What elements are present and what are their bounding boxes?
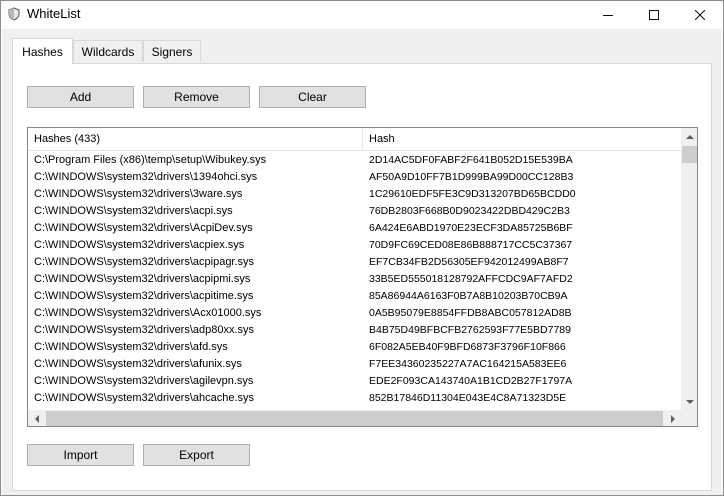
window-title: WhiteList xyxy=(27,6,81,21)
path-cell: C:\WINDOWS\system32\drivers\1394ohci.sys xyxy=(34,171,258,183)
path-cell: C:\Program Files (x86)\temp\setup\Wibuke… xyxy=(34,154,267,166)
table-row[interactable]: C:\WINDOWS\system32\drivers\acpipmi.sys 3… xyxy=(28,271,681,288)
scroll-right-button[interactable] xyxy=(664,410,681,426)
maximize-icon xyxy=(649,10,659,20)
table-row[interactable]: C:\Program Files (x86)\temp\setup\Wibuke… xyxy=(28,152,681,169)
export-button[interactable]: Export xyxy=(143,444,250,466)
path-cell: C:\WINDOWS\system32\drivers\Acx01000.sys xyxy=(34,307,262,319)
hashes-panel: Add Remove Clear Hashes (433) Hash C:\Pr… xyxy=(12,63,712,491)
table-row[interactable]: C:\WINDOWS\system32\drivers\1394ohci.sys… xyxy=(28,169,681,186)
scroll-left-button[interactable] xyxy=(28,410,45,426)
tab-hashes[interactable]: Hashes xyxy=(12,38,73,64)
path-cell: C:\WINDOWS\system32\drivers\acpipmi.sys xyxy=(34,273,251,285)
maximize-button[interactable] xyxy=(631,1,677,29)
table-row[interactable]: C:\WINDOWS\system32\drivers\adp80xx.sys B… xyxy=(28,322,681,339)
vertical-scrollbar[interactable] xyxy=(681,128,697,410)
tab-wildcards[interactable]: Wildcards xyxy=(73,40,143,62)
hash-cell: B4B75D49BFBCFB2762593F77E5BD7789 xyxy=(369,324,571,336)
path-cell: C:\WINDOWS\system32\drivers\acpiex.sys xyxy=(34,239,245,251)
table-row[interactable]: C:\WINDOWS\system32\drivers\afd.sys 6F082… xyxy=(28,339,681,356)
list-header: Hashes (433) Hash xyxy=(28,128,681,151)
arrow-left-icon xyxy=(34,414,39,423)
path-cell: C:\WINDOWS\system32\drivers\acpitime.sys xyxy=(34,290,254,302)
hash-cell: 85A86944A6163F0B7A8B10203B70CB9A xyxy=(369,290,568,302)
table-row[interactable]: C:\WINDOWS\system32\drivers\agilevpn.sys… xyxy=(28,373,681,390)
table-row[interactable]: C:\WINDOWS\system32\drivers\acpi.sys 76DB… xyxy=(28,203,681,220)
hash-cell: F7EE34360235227A7AC164215A583EE6 xyxy=(369,358,567,370)
hash-cell: EDE2F093CA143740A1B1CD2B27F1797A xyxy=(369,375,573,387)
list-body: C:\Program Files (x86)\temp\setup\Wibuke… xyxy=(28,152,681,408)
hash-cell: 0A5B95079E8854FFDB8ABC057812AD8B xyxy=(369,307,572,319)
table-row[interactable]: C:\WINDOWS\system32\drivers\Acx01000.sys… xyxy=(28,305,681,322)
path-cell: C:\WINDOWS\system32\drivers\ahcache.sys xyxy=(34,392,255,404)
table-row[interactable]: C:\WINDOWS\system32\drivers\3ware.sys 1C2… xyxy=(28,186,681,203)
table-row[interactable]: C:\WINDOWS\system32\drivers\afunix.sys F7… xyxy=(28,356,681,373)
import-button[interactable]: Import xyxy=(27,444,134,466)
path-cell: C:\WINDOWS\system32\drivers\acpipagr.sys xyxy=(34,256,255,268)
minimize-icon xyxy=(603,15,613,16)
shield-icon xyxy=(7,7,21,21)
arrow-down-icon xyxy=(685,399,694,404)
client-area: Hashes Wildcards Signers Add Remove Clea… xyxy=(2,29,722,495)
arrow-right-icon xyxy=(670,414,675,423)
path-cell: C:\WINDOWS\system32\drivers\adp80xx.sys xyxy=(34,324,255,336)
path-cell: C:\WINDOWS\system32\drivers\afd.sys xyxy=(34,341,228,353)
table-row[interactable]: C:\WINDOWS\system32\drivers\acpipagr.sys… xyxy=(28,254,681,271)
hash-cell: EF7CB34FB2D56305EF942012499AB8F7 xyxy=(369,256,569,268)
path-cell: C:\WINDOWS\system32\drivers\3ware.sys xyxy=(34,188,243,200)
hash-cell: 6F082A5EB40F9BFD6873F3796F10F866 xyxy=(369,341,566,353)
horizontal-scrollbar[interactable] xyxy=(28,410,681,426)
hash-cell: 1C29610EDF5FE3C9D313207BD65BCDD0 xyxy=(369,188,576,200)
arrow-up-icon xyxy=(685,134,694,139)
path-cell: C:\WINDOWS\system32\drivers\acpi.sys xyxy=(34,205,233,217)
column-header-hash[interactable]: Hash xyxy=(363,128,681,151)
table-row[interactable]: C:\WINDOWS\system32\drivers\ahcache.sys 8… xyxy=(28,390,681,407)
scrollbar-corner xyxy=(681,410,697,426)
table-row[interactable]: C:\WINDOWS\system32\drivers\acpitime.sys… xyxy=(28,288,681,305)
hash-cell: 852B17846D11304E043E4C8A71323D5E xyxy=(369,392,567,404)
table-row[interactable]: C:\WINDOWS\system32\drivers\acpiex.sys 70… xyxy=(28,237,681,254)
vertical-scroll-thumb[interactable] xyxy=(682,146,697,163)
minimize-button[interactable] xyxy=(585,1,631,29)
tab-signers[interactable]: Signers xyxy=(143,40,201,62)
clear-button[interactable]: Clear xyxy=(259,86,366,108)
table-row[interactable]: C:\WINDOWS\system32\drivers\AcpiDev.sys 6… xyxy=(28,220,681,237)
hash-cell: 2D14AC5DF0FABF2F641B052D15E539BA xyxy=(369,154,573,166)
column-header-hashes[interactable]: Hashes (433) xyxy=(28,128,363,151)
scroll-down-button[interactable] xyxy=(681,393,697,410)
path-cell: C:\WINDOWS\system32\drivers\afunix.sys xyxy=(34,358,242,370)
horizontal-scroll-thumb[interactable] xyxy=(46,411,663,426)
hashes-list[interactable]: Hashes (433) Hash C:\Program Files (x86)… xyxy=(27,127,698,427)
path-cell: C:\WINDOWS\system32\drivers\AcpiDev.sys xyxy=(34,222,253,234)
hash-cell: 33B5ED555018128792AFFCDC9AF7AFD2 xyxy=(369,273,573,285)
add-button[interactable]: Add xyxy=(27,86,134,108)
path-cell: C:\WINDOWS\system32\drivers\agilevpn.sys xyxy=(34,375,254,387)
whitelist-window: WhiteList Hashes Wildcards Signers Add R… xyxy=(0,0,724,496)
hash-cell: 6A424E6ABD1970E23ECF3DA85725B6BF xyxy=(369,222,573,234)
close-icon xyxy=(695,10,705,20)
close-button[interactable] xyxy=(677,1,723,29)
title-bar[interactable]: WhiteList xyxy=(1,1,723,29)
remove-button[interactable]: Remove xyxy=(143,86,250,108)
hash-cell: 70D9FC69CED08E86B888717CC5C37367 xyxy=(369,239,573,251)
hash-cell: 76DB2803F668B0D9023422DBD429C2B3 xyxy=(369,205,570,217)
hash-cell: AF50A9D10FF7B1D999BA99D00CC128B3 xyxy=(369,171,574,183)
scroll-up-button[interactable] xyxy=(681,128,697,145)
